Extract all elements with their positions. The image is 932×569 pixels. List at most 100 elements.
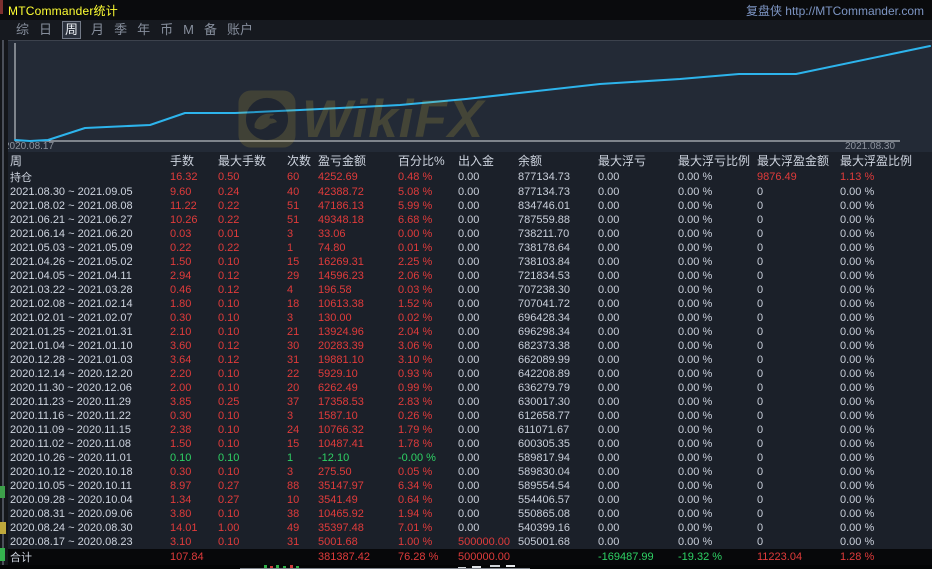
table-row[interactable]: 2021.08.30 ~ 2021.09.059.600.244042388.7…	[0, 185, 932, 199]
menu-item-年[interactable]: 年	[137, 22, 150, 38]
table-row[interactable]: 2020.08.17 ~ 2020.08.233.100.10315001.68…	[0, 535, 932, 549]
table-row[interactable]: 2020.10.05 ~ 2020.10.118.970.278835147.9…	[0, 479, 932, 493]
cell-0: 0.30	[170, 466, 218, 478]
table-row[interactable]: 2020.11.16 ~ 2020.11.220.300.1031587.100…	[0, 409, 932, 423]
cell-9: 0	[757, 214, 840, 226]
cell-9: 0	[757, 312, 840, 324]
cell-7: 0.00	[598, 312, 678, 324]
table-row[interactable]: 2021.06.21 ~ 2021.06.2710.260.225149348.…	[0, 213, 932, 227]
table-row[interactable]: 2020.11.23 ~ 2020.11.293.850.253717358.5…	[0, 395, 932, 409]
table-row[interactable]: 持仓16.320.50604252.690.48 %0.00877134.730…	[0, 169, 932, 185]
cell-5: 0.00	[458, 242, 518, 254]
table-row[interactable]: 2020.10.26 ~ 2020.11.010.100.101-12.10-0…	[0, 451, 932, 465]
title-bar[interactable]: MTCommander统计 复盘侠 http://MTCommander.com	[0, 0, 932, 20]
table-row[interactable]: 2020.10.12 ~ 2020.10.180.300.103275.500.…	[0, 465, 932, 479]
cell-4: 2.25 %	[398, 256, 458, 268]
cell-7: -169487.99	[598, 551, 678, 563]
table-row[interactable]: 2020.12.28 ~ 2021.01.033.640.123119881.1…	[0, 353, 932, 367]
table-row[interactable]: 2021.03.22 ~ 2021.03.280.460.124196.580.…	[0, 283, 932, 297]
cell-5: 0.00	[458, 200, 518, 212]
table-row[interactable]: 2021.05.03 ~ 2021.05.090.220.22174.800.0…	[0, 241, 932, 255]
week-label: 2020.11.02 ~ 2020.11.08	[0, 438, 170, 450]
cell-2: 10	[287, 494, 318, 506]
table-row[interactable]: 2020.09.28 ~ 2020.10.041.340.27103541.49…	[0, 493, 932, 507]
cell-0: 0.22	[170, 242, 218, 254]
cell-6: 611071.67	[518, 424, 598, 436]
cell-5: 0.00	[458, 228, 518, 240]
cell-1: 1.00	[218, 522, 287, 534]
menu-item-M[interactable]: M	[183, 22, 194, 38]
cell-1: 0.50	[218, 171, 287, 183]
week-label: 2021.01.04 ~ 2021.01.10	[0, 340, 170, 352]
cell-5: 0.00	[458, 340, 518, 352]
cell-2: 22	[287, 368, 318, 380]
week-label: 2021.05.03 ~ 2021.05.09	[0, 242, 170, 254]
table-row[interactable]: 2020.08.24 ~ 2020.08.3014.011.004935397.…	[0, 521, 932, 535]
table-row[interactable]: 2020.11.30 ~ 2020.12.062.000.10206262.49…	[0, 381, 932, 395]
cell-2: 40	[287, 186, 318, 198]
menu-item-季[interactable]: 季	[114, 22, 127, 38]
menu-item-备[interactable]: 备	[204, 22, 217, 38]
table-row[interactable]: 2021.04.05 ~ 2021.04.112.940.122914596.2…	[0, 269, 932, 283]
equity-chart[interactable]: 2020.08.17 2021.08.30	[0, 40, 932, 152]
cell-0: 10.26	[170, 214, 218, 226]
cell-4: 0.99 %	[398, 382, 458, 394]
cell-6: 721834.53	[518, 270, 598, 282]
week-label: 2020.10.12 ~ 2020.10.18	[0, 466, 170, 478]
table-row[interactable]: 2020.12.14 ~ 2020.12.202.200.10225929.10…	[0, 367, 932, 381]
cell-1: 0.22	[218, 214, 287, 226]
week-label: 2020.12.28 ~ 2021.01.03	[0, 354, 170, 366]
menu-item-月[interactable]: 月	[91, 22, 104, 38]
cell-10: 0.00 %	[840, 452, 932, 464]
menu-item-币[interactable]: 币	[160, 22, 173, 38]
x-axis-start-label: 2020.08.17	[4, 141, 54, 152]
cell-5: 0.00	[458, 368, 518, 380]
cell-9: 0	[757, 410, 840, 422]
cell-10: 0.00 %	[840, 298, 932, 310]
column-header-9: 最大浮亏比例	[678, 152, 757, 169]
cell-5: 0.00	[458, 326, 518, 338]
cell-2: 49	[287, 522, 318, 534]
cell-5: 0.00	[458, 424, 518, 436]
cell-9: 0	[757, 340, 840, 352]
total-row[interactable]: 合计107.84381387.4276.28 %500000.00-169487…	[0, 549, 932, 565]
menu-item-综[interactable]: 综	[16, 22, 29, 38]
column-header-5: 百分比%	[398, 152, 458, 169]
table-row[interactable]: 2021.04.26 ~ 2021.05.021.500.101516269.3…	[0, 255, 932, 269]
column-header-11: 最大浮盈比例	[840, 152, 932, 169]
cell-9: 0	[757, 508, 840, 520]
table-row[interactable]: 2021.02.08 ~ 2021.02.141.800.101810613.3…	[0, 297, 932, 311]
week-label: 2020.11.09 ~ 2020.11.15	[0, 424, 170, 436]
cell-1: 0.10	[218, 382, 287, 394]
menu-item-账户[interactable]: 账户	[227, 22, 253, 38]
table-row[interactable]: 2021.01.25 ~ 2021.01.312.100.102113924.9…	[0, 325, 932, 339]
cell-5: 0.00	[458, 256, 518, 268]
table-row[interactable]: 2021.02.01 ~ 2021.02.070.300.103130.000.…	[0, 311, 932, 325]
x-axis-end-label: 2021.08.30	[845, 141, 895, 152]
cell-8: 0.00 %	[678, 410, 757, 422]
table-row[interactable]: 2020.11.09 ~ 2020.11.152.380.102410766.3…	[0, 423, 932, 437]
cell-2: 3	[287, 228, 318, 240]
cell-8: 0.00 %	[678, 270, 757, 282]
cell-1: 0.12	[218, 354, 287, 366]
cell-7: 0.00	[598, 186, 678, 198]
week-label: 2021.08.02 ~ 2021.08.08	[0, 200, 170, 212]
table-row[interactable]: 2021.06.14 ~ 2021.06.200.030.01333.060.0…	[0, 227, 932, 241]
cell-4: 7.01 %	[398, 522, 458, 534]
menu-item-日[interactable]: 日	[39, 22, 52, 38]
cell-0: 1.50	[170, 256, 218, 268]
cell-6: 877134.73	[518, 186, 598, 198]
week-label: 2021.06.14 ~ 2021.06.20	[0, 228, 170, 240]
menu-item-周[interactable]: 周	[62, 21, 81, 39]
cell-8: 0.00 %	[678, 298, 757, 310]
cell-1: 0.10	[218, 452, 287, 464]
table-row[interactable]: 2020.11.02 ~ 2020.11.081.500.101510487.4…	[0, 437, 932, 451]
table-row[interactable]: 2020.08.31 ~ 2020.09.063.800.103810465.9…	[0, 507, 932, 521]
table-row[interactable]: 2021.01.04 ~ 2021.01.103.600.123020283.3…	[0, 339, 932, 353]
week-label: 2021.04.26 ~ 2021.05.02	[0, 256, 170, 268]
cell-7: 0.00	[598, 536, 678, 548]
cell-2: 88	[287, 480, 318, 492]
cell-0: 9.60	[170, 186, 218, 198]
table-row[interactable]: 2021.08.02 ~ 2021.08.0811.220.225147186.…	[0, 199, 932, 213]
cell-3: 49348.18	[318, 214, 398, 226]
